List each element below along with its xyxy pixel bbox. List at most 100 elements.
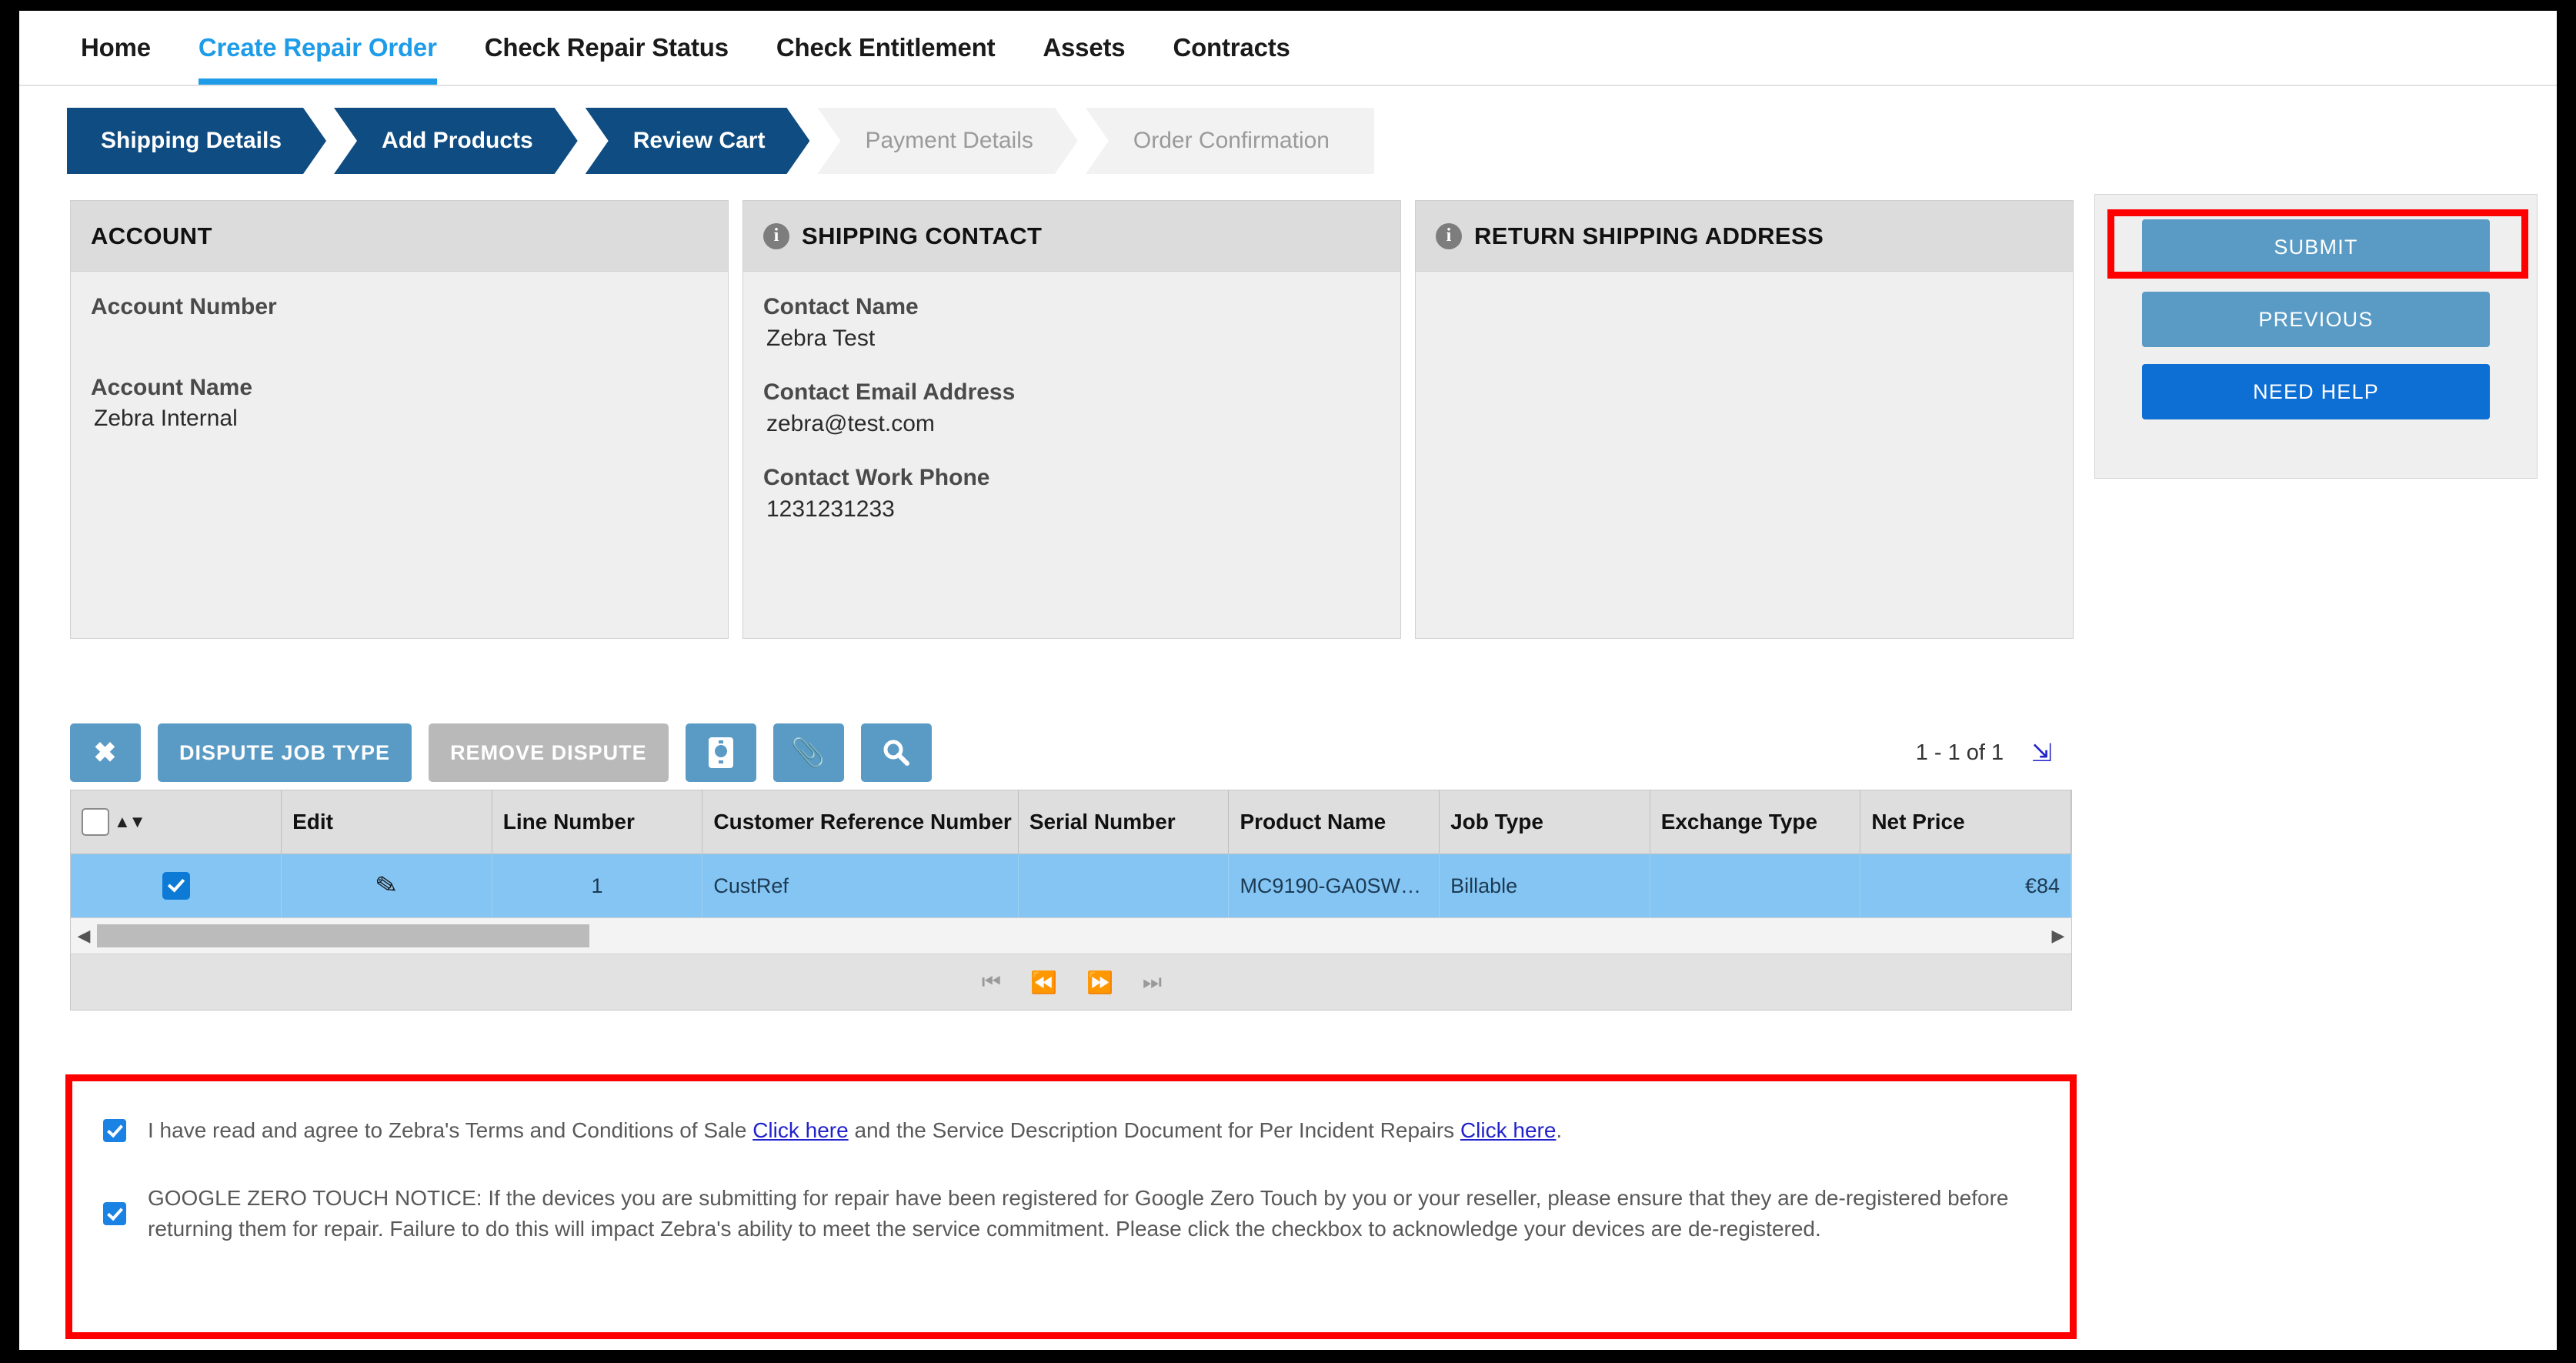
google-zero-touch-checkbox[interactable] (103, 1201, 126, 1225)
shipping-contact-card-header: i SHIPPING CONTACT (743, 201, 1400, 272)
terms-of-sale-text: I have read and agree to Zebra's Terms a… (148, 1115, 1562, 1146)
next-page-icon[interactable]: ⏩ (1086, 970, 1113, 995)
contact-email-field: Contact Email Address zebra@test.com (763, 377, 1380, 439)
expand-diagonal-icon[interactable]: ⇲ (2031, 738, 2052, 767)
pager-info: 1 - 1 of 1 ⇲ (1916, 738, 2072, 767)
terms-of-sale-link[interactable]: Click here (752, 1118, 848, 1142)
grid-col-edit[interactable]: Edit (281, 790, 492, 854)
wizard-step-add-products[interactable]: Add Products (334, 108, 578, 174)
google-zero-touch-row: GOOGLE ZERO TOUCH NOTICE: If the devices… (103, 1183, 2042, 1244)
grid-col-net-price[interactable]: Net Price (1860, 790, 2071, 854)
remove-dispute-button: REMOVE DISPUTE (429, 723, 669, 782)
pencil-icon[interactable]: ✎ (373, 869, 400, 903)
info-icon: i (763, 222, 789, 249)
row-line-number: 1 (492, 854, 703, 917)
first-page-icon[interactable]: ⏮ (982, 970, 1001, 995)
wizard-step-order-confirmation[interactable]: Order Confirmation (1085, 108, 1374, 174)
grid-col-select-all[interactable]: ▲▼ (71, 790, 282, 854)
account-card-header: ACCOUNT (71, 201, 728, 272)
nav-tab-check-repair-status[interactable]: Check Repair Status (485, 11, 729, 85)
contact-name-value: Zebra Test (766, 325, 876, 351)
service-description-link[interactable]: Click here (1460, 1118, 1556, 1142)
return-shipping-address-card-title: RETURN SHIPPING ADDRESS (1474, 222, 1824, 249)
return-shipping-address-card-body (1416, 272, 2073, 292)
need-help-button[interactable]: NEED HELP (2142, 364, 2490, 419)
select-all-checkbox[interactable] (82, 808, 109, 836)
terms-text-before: I have read and agree to Zebra's Terms a… (148, 1118, 753, 1142)
terms-of-sale-checkbox[interactable] (103, 1118, 126, 1142)
paperclip-icon: 📎 (790, 737, 826, 768)
contact-phone-field: Contact Work Phone 1231231233 (763, 463, 1380, 525)
row-net-price: €84 (1860, 854, 2071, 917)
nav-tab-create-repair-order[interactable]: Create Repair Order (198, 11, 437, 85)
row-select-cell[interactable] (71, 854, 282, 917)
page-root: Home Create Repair Order Check Repair St… (19, 11, 2557, 1350)
wizard-step-payment-details[interactable]: Payment Details (817, 108, 1077, 174)
last-page-icon[interactable]: ⏭ (1143, 970, 1162, 995)
nav-tab-check-entitlement[interactable]: Check Entitlement (776, 11, 996, 85)
contact-email-label: Contact Email Address (763, 379, 1016, 405)
submit-button[interactable]: SUBMIT (2142, 219, 2490, 275)
cart-grid-section: ✖ DISPUTE JOB TYPE REMOVE DISPUTE 📎 1 - … (70, 716, 2072, 1011)
terms-of-sale-row: I have read and agree to Zebra's Terms a… (103, 1115, 2042, 1146)
action-panel: SUBMIT PREVIOUS NEED HELP (2094, 194, 2538, 479)
row-exchange-type (1650, 854, 1861, 917)
close-x-icon-button[interactable]: ✖ (70, 723, 141, 782)
account-number-value (91, 323, 708, 349)
attachment-button[interactable]: 📎 (772, 723, 844, 782)
row-checkbox[interactable] (162, 872, 190, 900)
sort-arrows-icon[interactable]: ▲▼ (114, 812, 146, 831)
grid-col-customer-reference-number[interactable]: Customer Reference Number (702, 790, 1019, 854)
grid-horizontal-scrollbar[interactable]: ◀ ▶ (71, 917, 2071, 954)
wizard-step-shipping-details[interactable]: Shipping Details (67, 108, 326, 174)
previous-button[interactable]: PREVIOUS (2142, 292, 2490, 347)
row-edit-cell[interactable]: ✎ (281, 854, 492, 917)
nav-tab-assets[interactable]: Assets (1043, 11, 1125, 85)
grid-col-exchange-type[interactable]: Exchange Type (1650, 790, 1861, 854)
wizard-step-review-cart[interactable]: Review Cart (586, 108, 810, 174)
account-number-field: Account Number (91, 292, 708, 349)
nav-tab-home[interactable]: Home (81, 11, 151, 85)
device-settings-icon (708, 737, 733, 768)
cart-grid: ▲▼ Edit Line Number Customer Reference N… (70, 790, 2072, 1011)
account-name-field: Account Name Zebra Internal (91, 372, 708, 435)
shipping-contact-card-title: SHIPPING CONTACT (802, 222, 1043, 249)
scrollbar-track[interactable] (97, 924, 2045, 947)
grid-col-job-type[interactable]: Job Type (1439, 790, 1650, 854)
contact-phone-label: Contact Work Phone (763, 465, 990, 490)
table-row[interactable]: ✎ 1 CustRef MC9190-GA0SW… Billable €84 (71, 854, 2071, 917)
terms-text-after: . (1556, 1118, 1563, 1142)
row-job-type: Billable (1439, 854, 1650, 917)
dispute-job-type-button[interactable]: DISPUTE JOB TYPE (158, 723, 412, 782)
search-button[interactable] (860, 723, 932, 782)
row-serial-number (1018, 854, 1230, 917)
account-number-label: Account Number (91, 294, 277, 319)
record-count-label: 1 - 1 of 1 (1915, 740, 2004, 765)
contact-phone-value: 1231231233 (766, 496, 895, 522)
grid-pagination: ⏮ ⏪ ⏩ ⏭ (71, 954, 2071, 1010)
shipping-contact-card-body: Contact Name Zebra Test Contact Email Ad… (743, 272, 1400, 548)
grid-toolbar: ✖ DISPUTE JOB TYPE REMOVE DISPUTE 📎 1 - … (70, 716, 2072, 790)
contact-email-value: zebra@test.com (766, 410, 935, 436)
magnifier-icon (883, 740, 909, 766)
close-x-icon: ✖ (93, 737, 118, 768)
row-product-name: MC9190-GA0SW… (1228, 854, 1440, 917)
account-card-body: Account Number Account Name Zebra Intern… (71, 272, 728, 458)
grid-col-serial-number[interactable]: Serial Number (1018, 790, 1230, 854)
return-shipping-address-card: i RETURN SHIPPING ADDRESS (1415, 200, 2074, 639)
scroll-left-arrow-icon[interactable]: ◀ (71, 926, 97, 946)
row-customer-reference-number: CustRef (702, 854, 1019, 917)
nav-tab-contracts[interactable]: Contracts (1173, 11, 1290, 85)
grid-col-product-name[interactable]: Product Name (1228, 790, 1440, 854)
previous-page-icon[interactable]: ⏪ (1030, 970, 1057, 995)
account-name-label: Account Name (91, 374, 253, 400)
account-name-value: Zebra Internal (94, 406, 238, 431)
account-card-title: ACCOUNT (91, 222, 212, 249)
grid-col-line-number[interactable]: Line Number (492, 790, 703, 854)
scrollbar-thumb[interactable] (97, 924, 589, 947)
scroll-right-arrow-icon[interactable]: ▶ (2045, 926, 2071, 946)
wizard-stepper: Shipping Details Add Products Review Car… (67, 108, 2557, 174)
terms-text-middle: and the Service Description Document for… (848, 1118, 1460, 1142)
info-icon: i (1436, 222, 1462, 249)
device-settings-icon-button[interactable] (685, 723, 756, 782)
